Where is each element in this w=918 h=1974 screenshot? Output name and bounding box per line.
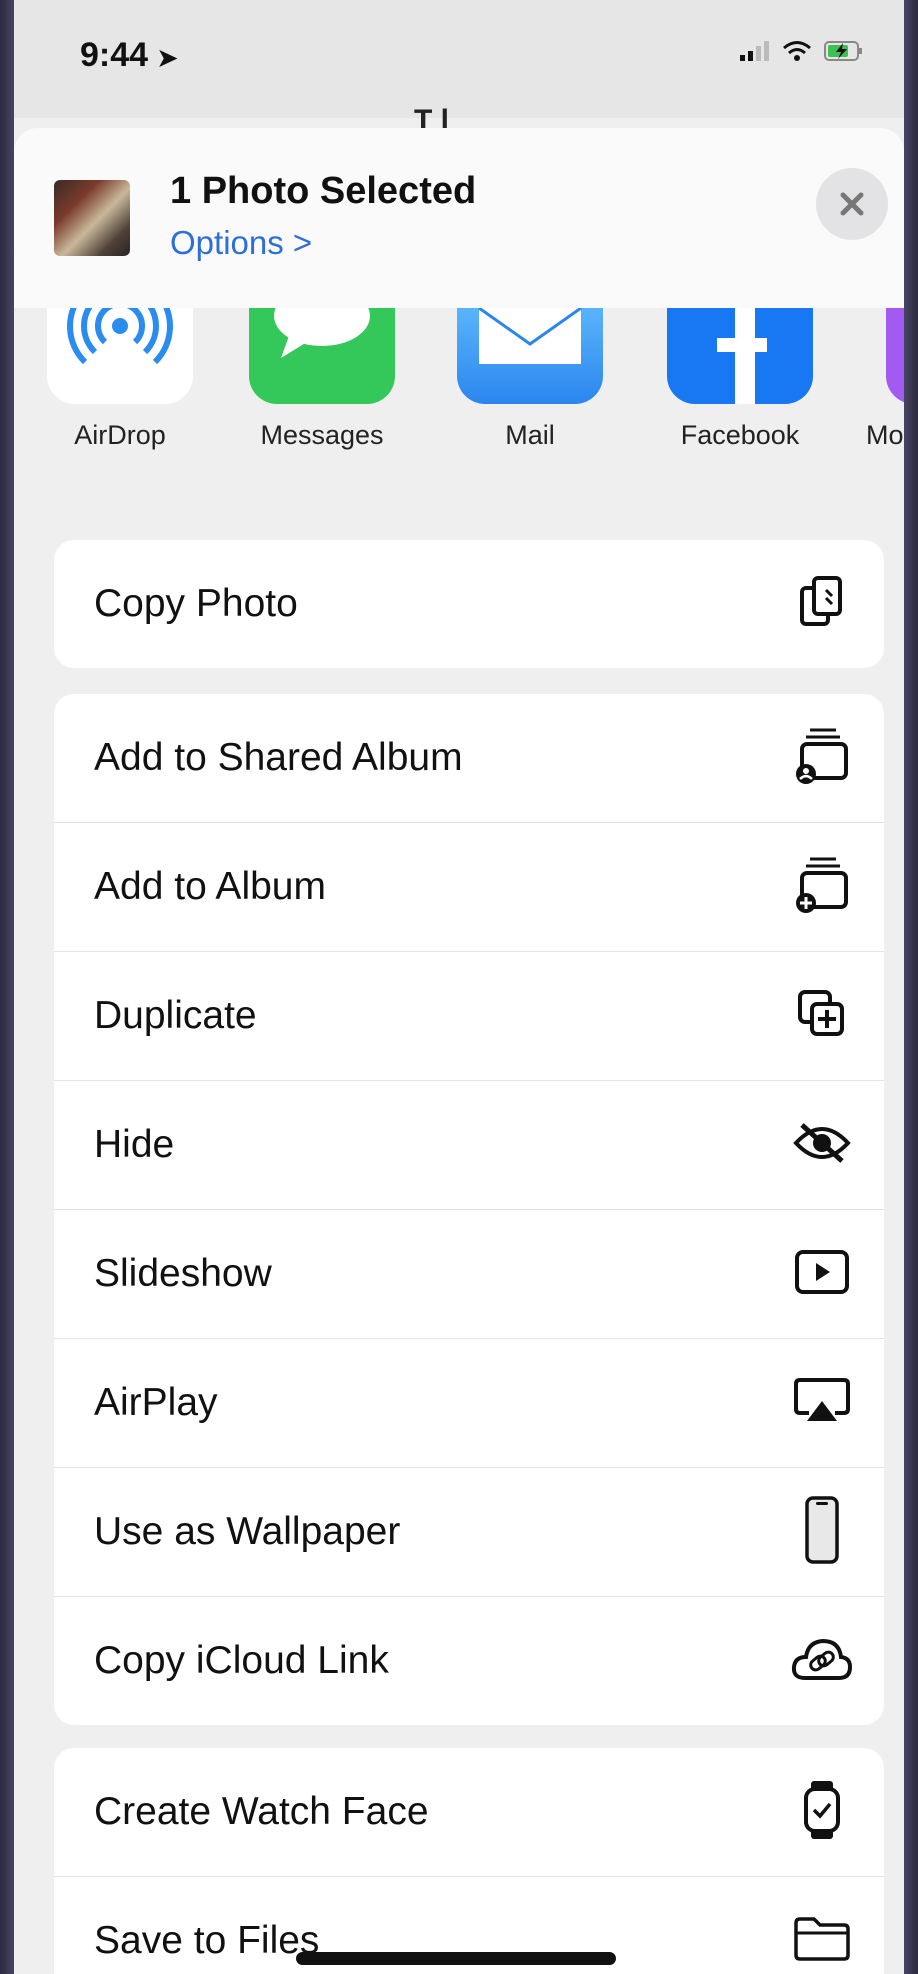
battery-charging-icon	[824, 41, 862, 61]
action-label: Add to Album	[94, 865, 326, 908]
app-label: Mail	[505, 420, 555, 450]
action-use-as-wallpaper[interactable]: Use as Wallpaper	[54, 1468, 884, 1597]
selection-title: 1 Photo Selected	[170, 170, 477, 212]
screen: 9:44 ➤ T l 1 Photo Selected Options > Ai…	[14, 0, 904, 1974]
eye-slash-icon	[790, 1111, 854, 1175]
close-icon	[840, 192, 864, 216]
home-indicator[interactable]	[296, 1952, 616, 1965]
action-copy-photo[interactable]: Copy Photo	[54, 540, 884, 668]
status-bar: 9:44 ➤ T l	[14, 0, 904, 137]
action-label: Copy Photo	[94, 582, 298, 625]
action-duplicate[interactable]: Duplicate	[54, 952, 884, 1081]
location-arrow-icon: ➤	[157, 45, 178, 72]
shared-album-icon	[790, 724, 854, 788]
messenger-icon	[886, 308, 904, 404]
app-more[interactable]: Mo	[848, 308, 904, 451]
status-time: 9:44 ➤	[80, 36, 178, 75]
action-slideshow[interactable]: Slideshow	[54, 1210, 884, 1339]
action-hide[interactable]: Hide	[54, 1081, 884, 1210]
action-label: Copy iCloud Link	[94, 1639, 389, 1682]
app-mail[interactable]: Mail	[450, 308, 610, 451]
status-time-text: 9:44	[80, 36, 149, 74]
add-album-icon	[790, 853, 854, 917]
action-add-shared-album[interactable]: Add to Shared Album	[54, 694, 884, 823]
folder-icon	[790, 1907, 854, 1971]
mail-icon	[457, 308, 603, 404]
device-bezel-right	[902, 0, 918, 1974]
signal-icon	[740, 41, 769, 61]
action-create-watch-face[interactable]: Create Watch Face	[54, 1748, 884, 1877]
cloud-link-icon	[790, 1627, 854, 1691]
action-label: Slideshow	[94, 1252, 272, 1295]
close-button[interactable]	[816, 168, 888, 240]
airdrop-icon	[47, 308, 193, 404]
messages-icon	[249, 308, 395, 404]
app-facebook[interactable]: Facebook	[660, 308, 820, 451]
app-label: Facebook	[680, 420, 800, 450]
photo-thumbnail	[54, 180, 130, 256]
copy-icon	[790, 570, 854, 634]
duplicate-icon	[790, 982, 854, 1046]
share-app-row: AirDrop Messages Mail Facebook Mo	[14, 308, 904, 478]
play-icon	[790, 1240, 854, 1304]
action-label: Duplicate	[94, 994, 257, 1037]
facebook-icon	[667, 308, 813, 404]
app-label: Mo	[866, 420, 904, 450]
phone-icon	[790, 1496, 854, 1564]
wifi-icon	[783, 41, 811, 61]
action-label: Create Watch Face	[94, 1790, 429, 1833]
share-sheet-header: 1 Photo Selected Options >	[14, 128, 904, 308]
action-copy-icloud-link[interactable]: Copy iCloud Link	[54, 1597, 884, 1725]
app-label: AirDrop	[74, 420, 166, 450]
app-airdrop[interactable]: AirDrop	[40, 308, 200, 451]
watch-icon	[790, 1778, 854, 1842]
app-label: Messages	[260, 420, 384, 450]
action-label: Save to Files	[94, 1919, 320, 1962]
airplay-icon	[790, 1369, 854, 1433]
action-group-2: Add to Shared Album Add to Album Duplica…	[54, 694, 884, 1725]
action-label: Use as Wallpaper	[94, 1510, 401, 1553]
action-add-to-album[interactable]: Add to Album	[54, 823, 884, 952]
action-airplay[interactable]: AirPlay	[54, 1339, 884, 1468]
action-label: Add to Shared Album	[94, 736, 463, 779]
app-messages[interactable]: Messages	[242, 308, 402, 451]
action-label: AirPlay	[94, 1381, 218, 1424]
options-link[interactable]: Options >	[170, 224, 312, 262]
action-group-1: Copy Photo	[54, 540, 884, 668]
action-group-3: Create Watch Face Save to Files	[54, 1748, 884, 1974]
action-label: Hide	[94, 1123, 175, 1166]
status-icons	[740, 40, 864, 62]
